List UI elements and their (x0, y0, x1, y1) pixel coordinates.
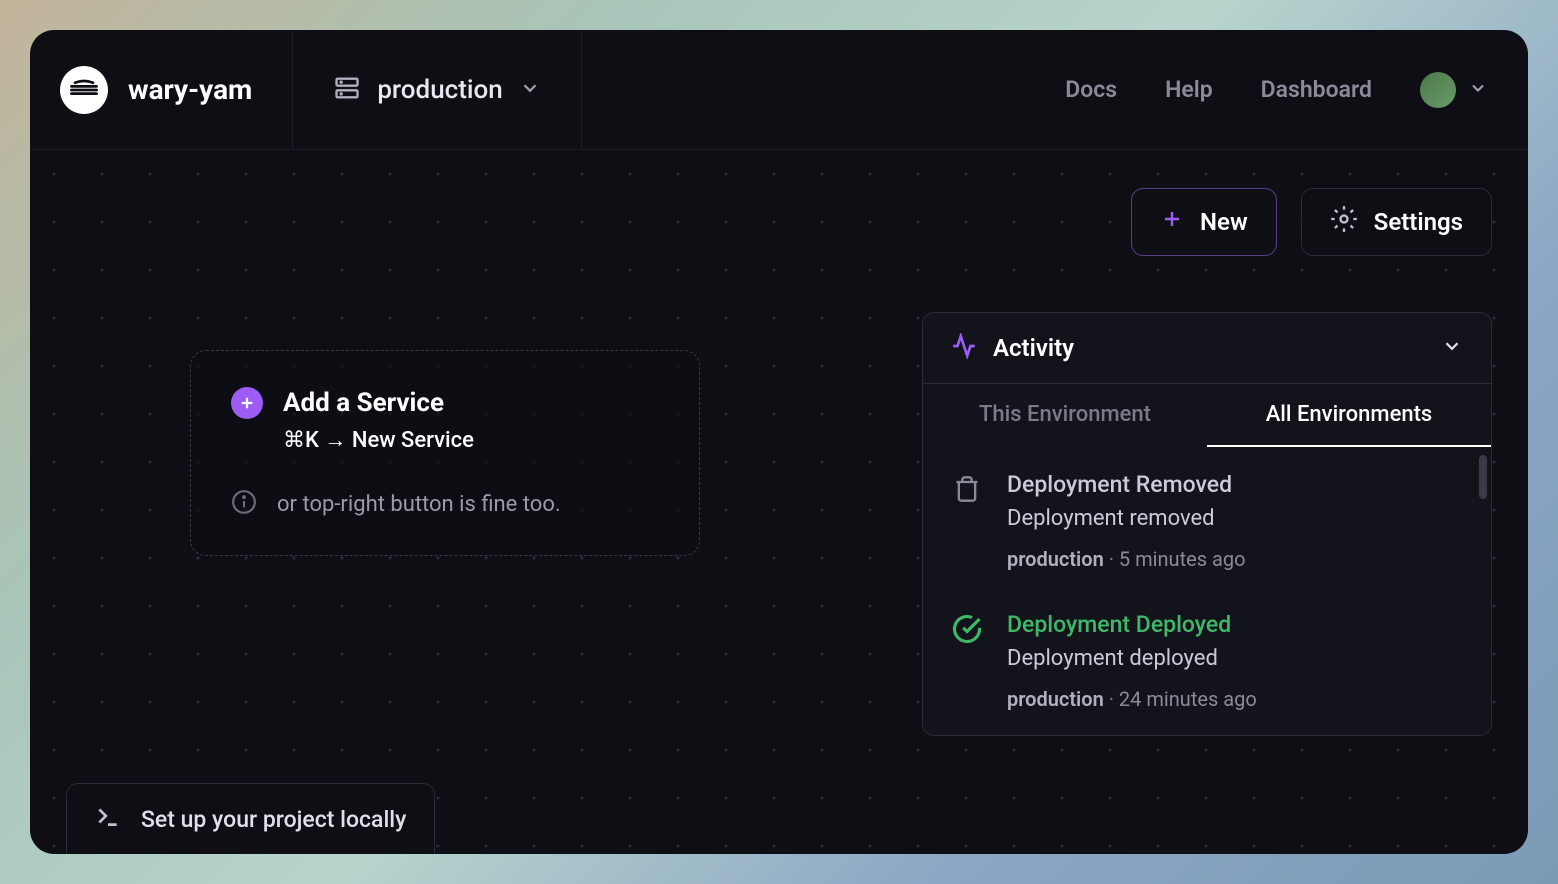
activity-header[interactable]: Activity (923, 313, 1491, 383)
environment-selector[interactable]: production (292, 30, 581, 149)
tab-all-environments[interactable]: All Environments (1207, 384, 1491, 447)
plus-badge-icon (231, 387, 263, 419)
activity-item-meta: production · 24 minutes ago (1007, 687, 1463, 711)
user-menu[interactable] (1420, 72, 1488, 108)
avatar (1420, 72, 1456, 108)
chevron-down-icon (519, 77, 541, 103)
nav-links: Docs Help Dashboard (1065, 76, 1372, 103)
project-name[interactable]: wary-yam (128, 73, 252, 106)
header: wary-yam production Docs (30, 30, 1528, 150)
activity-item-title: Deployment Deployed (1007, 611, 1463, 638)
activity-item-desc: Deployment removed (1007, 506, 1463, 531)
local-setup-button[interactable]: Set up your project locally (66, 783, 435, 854)
meta-env: production (1007, 687, 1104, 711)
trash-icon (951, 473, 983, 505)
add-service-title: Add a Service (283, 388, 444, 418)
hint-text: or top-right button is fine too. (277, 492, 561, 517)
activity-item-title: Deployment Removed (1007, 471, 1463, 498)
activity-item[interactable]: Deployment Deployed Deployment deployed … (951, 611, 1463, 711)
chevron-down-icon (1468, 78, 1488, 102)
activity-item-desc: Deployment deployed (1007, 646, 1463, 671)
new-button[interactable]: New (1131, 188, 1277, 256)
plus-icon (1160, 207, 1184, 237)
main-content: New Settings (30, 150, 1528, 854)
scrollbar-thumb[interactable] (1479, 455, 1487, 499)
card-header: Add a Service (231, 387, 659, 419)
action-buttons: New Settings (1131, 188, 1492, 256)
nav-dashboard[interactable]: Dashboard (1261, 76, 1372, 103)
chevron-down-icon (1441, 335, 1463, 361)
new-button-label: New (1200, 208, 1248, 236)
meta-env: production (1007, 547, 1104, 571)
activity-icon (951, 333, 977, 363)
activity-panel: Activity This Environment All Environmen… (922, 312, 1492, 736)
settings-button-label: Settings (1374, 208, 1463, 236)
meta-time: 24 minutes ago (1119, 687, 1257, 711)
logo-section: wary-yam (60, 66, 292, 114)
info-icon (231, 489, 257, 519)
activity-list: Deployment Removed Deployment removed pr… (923, 447, 1491, 735)
activity-item-meta: production · 5 minutes ago (1007, 547, 1463, 571)
card-hint: or top-right button is fine too. (231, 489, 659, 519)
activity-item[interactable]: Deployment Removed Deployment removed pr… (951, 471, 1463, 571)
settings-button[interactable]: Settings (1301, 188, 1492, 256)
nav-help[interactable]: Help (1165, 76, 1213, 103)
terminal-icon (95, 804, 121, 834)
meta-time: 5 minutes ago (1119, 547, 1246, 571)
gear-icon (1330, 205, 1358, 239)
nav-docs[interactable]: Docs (1065, 76, 1117, 103)
app-window: wary-yam production Docs (30, 30, 1528, 854)
add-service-card[interactable]: Add a Service ⌘K → New Service or top-ri… (190, 350, 700, 556)
local-setup-label: Set up your project locally (141, 806, 406, 833)
check-circle-icon (951, 613, 983, 645)
activity-tabs: This Environment All Environments (923, 383, 1491, 447)
activity-title: Activity (993, 334, 1074, 362)
railway-logo-icon (60, 66, 108, 114)
tab-this-environment[interactable]: This Environment (923, 384, 1207, 447)
environment-name: production (377, 75, 502, 105)
add-service-shortcut: ⌘K → New Service (283, 427, 659, 453)
server-icon (333, 74, 361, 106)
